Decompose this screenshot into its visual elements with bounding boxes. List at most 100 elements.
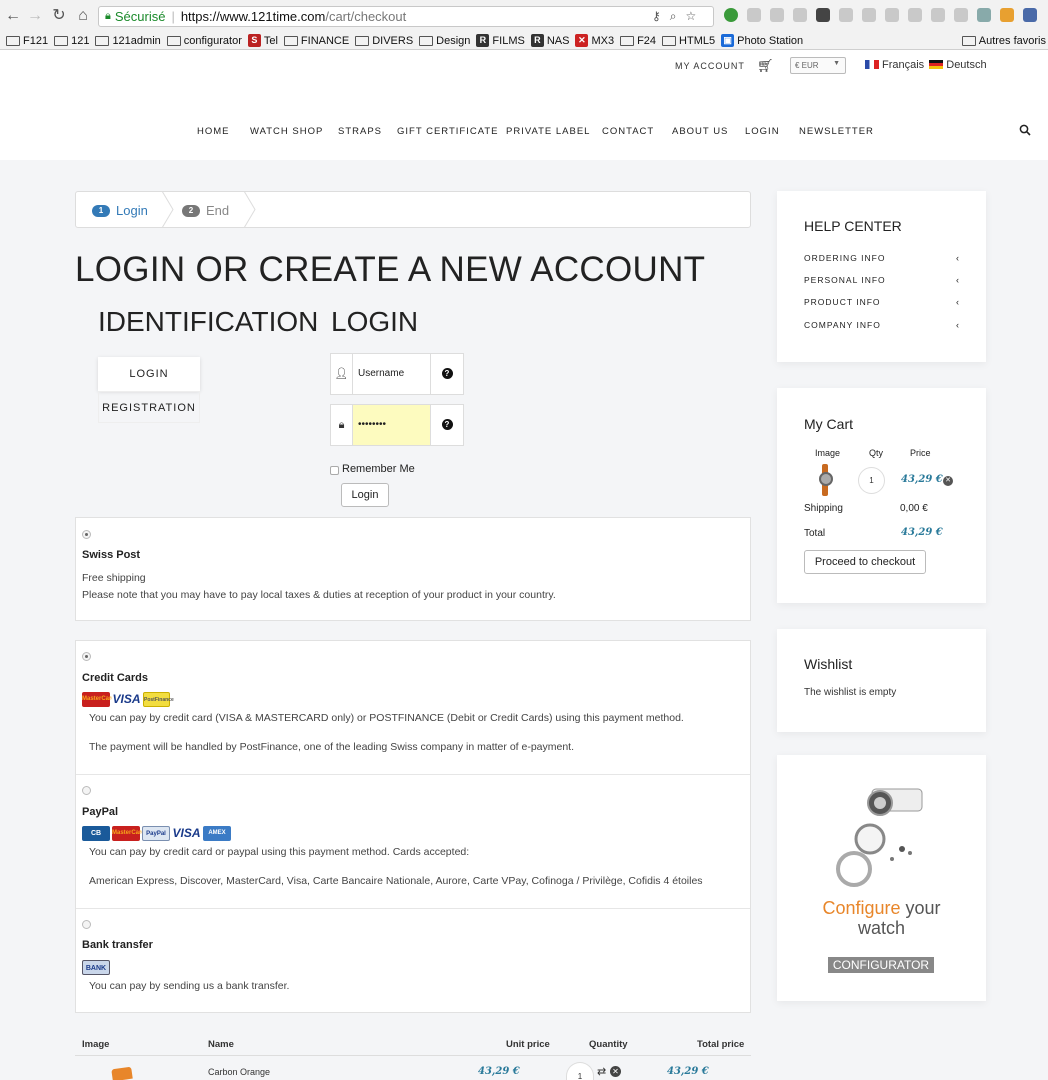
nav-private-label[interactable]: PRIVATE LABEL (506, 126, 590, 137)
extension-icon[interactable] (839, 8, 853, 22)
bank-transfer-radio[interactable] (82, 920, 91, 929)
nav-straps[interactable]: STRAPS (338, 126, 382, 137)
tab-registration[interactable]: REGISTRATION (98, 391, 200, 423)
reload-icon[interactable]: ↻ (50, 7, 68, 25)
cart-qty-input[interactable]: 1 (858, 467, 885, 494)
bookmark-divers[interactable]: DIVERS (355, 35, 413, 47)
username-help-icon[interactable]: ? (430, 354, 463, 394)
bookmark-121admin[interactable]: 121admin (95, 35, 161, 47)
bookmark-finance[interactable]: FINANCE (283, 34, 350, 47)
extension-icon[interactable] (747, 8, 761, 22)
extension-icon[interactable] (770, 8, 784, 22)
cart-remove-icon[interactable]: ✕ (943, 476, 953, 486)
password-input[interactable]: •••••••• (353, 405, 431, 445)
nav-watch-shop[interactable]: WATCH SHOP (250, 126, 323, 137)
search-icon[interactable] (1019, 124, 1031, 136)
bookmark-films[interactable]: R FILMS (476, 34, 525, 47)
remember-me-checkbox[interactable] (330, 466, 339, 475)
bookmark-121[interactable]: 121 (54, 35, 89, 47)
bookmark-photo-station[interactable]: ▣ Photo Station (721, 34, 803, 47)
step-label: End (206, 203, 230, 218)
step-login[interactable]: 1 Login (92, 203, 148, 218)
nav-home[interactable]: HOME (197, 126, 230, 137)
update-icon[interactable]: ⇄ (597, 1065, 606, 1078)
cart-product-image[interactable] (819, 464, 839, 496)
chevron-left-icon: ‹ (956, 275, 960, 285)
cart-icon[interactable]: 🛒︎ (757, 58, 774, 74)
language-switcher: Français Deutsch (865, 59, 987, 71)
bookmark-favicon-icon: S (247, 34, 261, 47)
username-input[interactable]: Username (353, 354, 431, 394)
home-icon[interactable]: ⌂ (74, 7, 92, 25)
paypal-radio[interactable] (82, 786, 91, 795)
shipping-radio[interactable] (82, 530, 91, 539)
lang-fr-link[interactable]: Français (882, 59, 924, 71)
folder-icon (283, 35, 298, 46)
key-icon[interactable]: ⚷ (652, 9, 661, 24)
wishlist-text: The wishlist is empty (804, 687, 897, 698)
tab-login[interactable]: LOGIN (98, 357, 200, 391)
back-icon[interactable]: ← (4, 7, 22, 25)
bookmark-mx3[interactable]: ✕ MX3 (575, 34, 614, 47)
address-bar[interactable]: 🔒︎ Sécurisé | https://www.121time.com/ca… (98, 6, 714, 27)
extension-icon[interactable] (1023, 8, 1037, 22)
nav-about-us[interactable]: ABOUT US (672, 126, 728, 137)
extension-icon[interactable] (908, 8, 922, 22)
nav-login[interactable]: LOGIN (745, 126, 780, 137)
product-quantity-input[interactable]: 1 (566, 1062, 594, 1080)
bookmark-html5[interactable]: HTML5 (662, 35, 715, 47)
remove-icon[interactable]: ✕ (610, 1066, 621, 1077)
extension-icon[interactable] (862, 8, 876, 22)
bookmark-design[interactable]: Design (419, 35, 470, 47)
extension-icon[interactable] (977, 8, 991, 22)
bookmark-label: configurator (183, 34, 242, 47)
credit-cards-radio[interactable] (82, 652, 91, 661)
help-product-info[interactable]: PRODUCT INFO ‹ (804, 297, 960, 307)
your-word: your (905, 898, 941, 918)
zoom-icon[interactable]: ⌕ (670, 9, 677, 24)
product-name[interactable]: Carbon Orange (208, 1067, 270, 1077)
nav-contact[interactable]: CONTACT (602, 126, 654, 137)
bookmark-label: MX3 (591, 34, 615, 47)
bookmark-favicon-icon: ✕ (575, 34, 589, 47)
visa-logo: VISA (112, 692, 141, 707)
help-personal-info[interactable]: PERSONAL INFO ‹ (804, 275, 960, 285)
currency-select[interactable]: € EUR ▼ (790, 57, 846, 74)
bookmark-nas[interactable]: R NAS (530, 34, 569, 47)
bookmark-f121[interactable]: F121 (6, 35, 48, 47)
extension-icon[interactable] (954, 8, 968, 22)
bookmark-configurator[interactable]: configurator (166, 34, 242, 47)
extension-icon[interactable] (885, 8, 899, 22)
extension-icon[interactable] (816, 8, 830, 22)
proceed-to-checkout-button[interactable]: Proceed to checkout (804, 550, 926, 574)
nav-gift-certificate[interactable]: GIFT CERTIFICATE (397, 126, 499, 137)
cart-col-image: Image (815, 448, 841, 458)
extension-icon[interactable] (931, 8, 945, 22)
credit-cards-title: Credit Cards (82, 672, 149, 684)
extension-icon[interactable] (1000, 8, 1014, 22)
forward-icon[interactable]: → (26, 7, 44, 25)
configurator-box[interactable]: Configure your watch CONFIGURATOR (777, 755, 986, 1001)
bookmark-f24[interactable]: F24 (620, 35, 656, 47)
password-help-icon[interactable]: ? (430, 405, 463, 445)
my-account-link[interactable]: MY ACCOUNT (675, 61, 745, 71)
bookmark-label: FINANCE (300, 34, 350, 47)
configure-text: Configure your watch (777, 898, 986, 938)
bookmark-autres-favoris[interactable]: Autres favoris (961, 35, 1046, 47)
star-icon[interactable]: ☆ (686, 9, 697, 24)
credit-cards-logos: MasterCardVISA PostFinance (82, 692, 174, 707)
login-button[interactable]: Login (341, 483, 389, 507)
configurator-button[interactable]: CONFIGURATOR (828, 957, 934, 973)
credit-cards-line1: You can pay by credit card (VISA & MASTE… (89, 712, 684, 724)
lang-de-link[interactable]: Deutsch (946, 59, 986, 71)
nav-newsletter[interactable]: NEWSLETTER (799, 126, 874, 137)
extension-icon[interactable] (793, 8, 807, 22)
lock-icon: 🔒︎ (331, 405, 353, 445)
product-image[interactable] (104, 1066, 134, 1080)
french-flag-icon[interactable] (865, 60, 879, 69)
help-company-info[interactable]: COMPANY INFO ‹ (804, 320, 960, 330)
extension-icon[interactable] (724, 8, 738, 22)
bookmark-tel[interactable]: S Tel (247, 34, 278, 47)
help-ordering-info[interactable]: ORDERING INFO ‹ (804, 253, 960, 263)
german-flag-icon[interactable] (929, 60, 944, 69)
